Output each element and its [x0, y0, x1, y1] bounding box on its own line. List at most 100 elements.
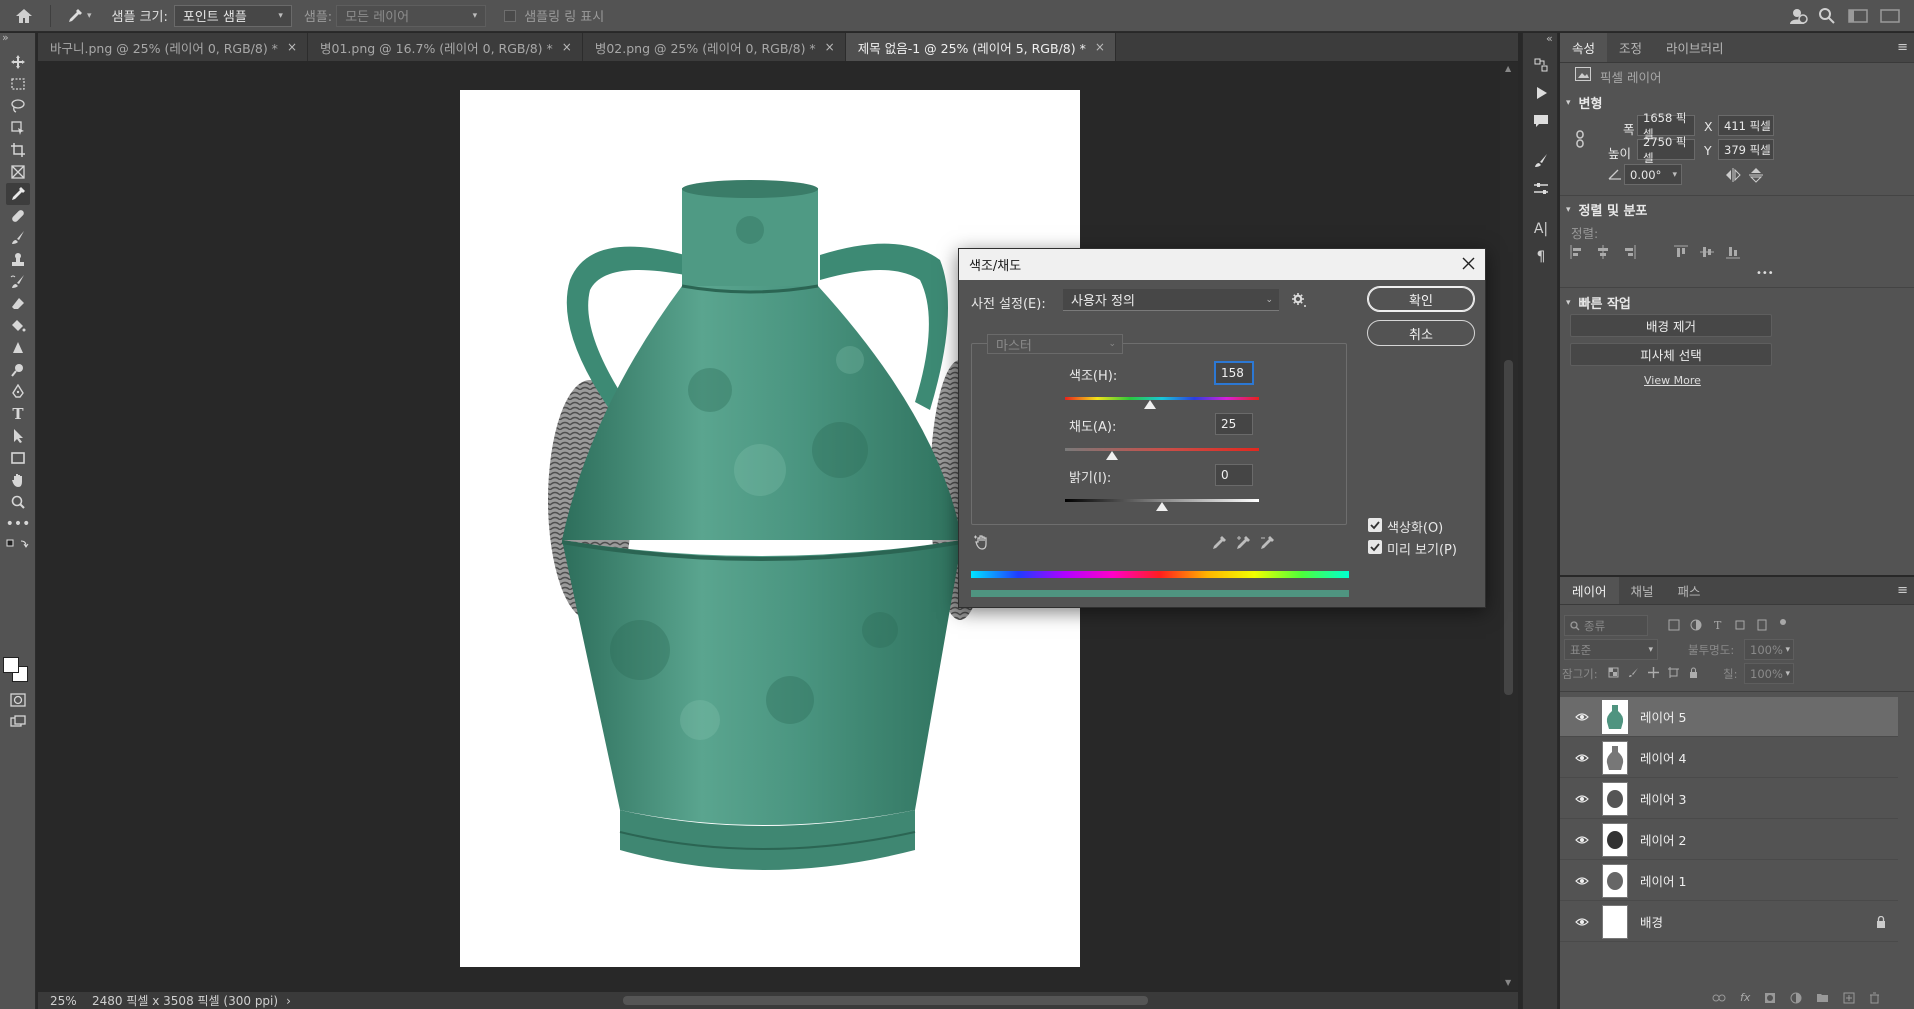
scroll-down-arrow-icon[interactable]: ▼	[1505, 978, 1511, 987]
visibility-eye-icon[interactable]	[1572, 835, 1592, 845]
opacity-field[interactable]: 100% ▾	[1744, 639, 1794, 660]
eyedropper-minus-icon[interactable]	[1259, 535, 1277, 551]
tab-bottle01[interactable]: 병01.png @ 16.7% (레이어 0, RGB/8) * ×	[308, 33, 583, 61]
flip-horizontal-icon[interactable]	[1725, 168, 1741, 182]
x-field[interactable]: 411 픽셀	[1718, 115, 1774, 136]
hue-slider-knob[interactable]	[1144, 400, 1156, 409]
status-arrow-icon[interactable]: ›	[286, 994, 291, 1008]
close-icon[interactable]: ×	[562, 40, 572, 54]
tab-properties[interactable]: 속성	[1560, 33, 1608, 62]
tab-libraries[interactable]: 라이브러리	[1654, 33, 1736, 62]
path-select-tool-icon[interactable]	[6, 425, 30, 447]
search-icon[interactable]	[1818, 7, 1836, 25]
more-tools-icon[interactable]: •••	[6, 513, 31, 535]
zoom-tool-icon[interactable]	[6, 491, 30, 513]
add-mask-icon[interactable]	[1764, 992, 1776, 1004]
visibility-eye-icon[interactable]	[1572, 753, 1592, 763]
preset-options-gear-icon[interactable]	[1291, 292, 1307, 308]
flip-vertical-icon[interactable]	[1749, 167, 1763, 183]
paragraph-icon[interactable]: ¶	[1531, 247, 1551, 267]
height-field[interactable]: 2750 픽셀	[1637, 135, 1695, 165]
close-icon[interactable]: ×	[1095, 40, 1105, 54]
filter-smart-object-icon[interactable]	[1756, 619, 1768, 631]
workspace-icon[interactable]	[1848, 8, 1868, 24]
history-brush-tool-icon[interactable]	[6, 271, 30, 293]
quick-actions-section-header[interactable]: ▾ 빠른 작업	[1566, 293, 1631, 312]
collapse-tools-icon[interactable]: »	[2, 31, 9, 44]
eyedropper-tool-icon[interactable]	[6, 183, 30, 205]
filter-type-icon[interactable]: T	[1712, 619, 1724, 631]
close-icon[interactable]	[1462, 257, 1475, 270]
eyedropper-icon[interactable]	[1211, 535, 1227, 551]
align-bottom-icon[interactable]	[1726, 245, 1740, 259]
zoom-level[interactable]: 25%	[50, 994, 88, 1008]
tab-channels[interactable]: 채널	[1619, 577, 1666, 604]
select-subject-button[interactable]: 피사체 선택	[1570, 343, 1772, 366]
filter-shape-icon[interactable]	[1734, 619, 1746, 631]
tab-paths[interactable]: 패스	[1666, 577, 1713, 604]
targeted-adjustment-hand-icon[interactable]	[973, 533, 991, 551]
close-icon[interactable]: ×	[287, 40, 297, 54]
align-left-icon[interactable]	[1570, 245, 1584, 259]
delete-layer-icon[interactable]	[1869, 992, 1880, 1004]
sample-size-select[interactable]: 포인트 샘플 ▾	[173, 4, 292, 27]
lightness-slider-knob[interactable]	[1156, 502, 1168, 511]
layer-row[interactable]: 배경	[1560, 902, 1898, 942]
object-select-tool-icon[interactable]	[6, 117, 30, 139]
preview-checkbox[interactable]	[1368, 540, 1382, 554]
marquee-tool-icon[interactable]	[6, 73, 30, 95]
tab-untitled-1[interactable]: 제목 없음-1 @ 25% (레이어 5, RGB/8) * ×	[845, 33, 1116, 61]
y-field[interactable]: 379 픽셀	[1718, 139, 1774, 160]
paint-bucket-tool-icon[interactable]	[6, 315, 30, 337]
share-user-icon[interactable]	[1788, 7, 1808, 25]
tab-bottle02[interactable]: 병02.png @ 25% (레이어 0, RGB/8) * ×	[583, 33, 846, 61]
foreground-color-swatch[interactable]	[3, 657, 19, 673]
brush-settings-icon[interactable]	[1531, 151, 1551, 171]
adjustment-layer-icon[interactable]	[1790, 992, 1802, 1004]
dodge-tool-icon[interactable]	[6, 359, 30, 381]
eyedropper-preset-icon[interactable]: ▾	[67, 8, 92, 24]
fill-field[interactable]: 100% ▾	[1744, 663, 1794, 684]
layer-row[interactable]: 레이어 4	[1560, 738, 1898, 778]
character-icon[interactable]: A|	[1531, 219, 1551, 239]
scroll-up-arrow-icon[interactable]: ▲	[1505, 64, 1511, 73]
cancel-button[interactable]: 취소	[1367, 320, 1475, 346]
filter-pixel-icon[interactable]	[1668, 619, 1680, 631]
fx-icon[interactable]: fx	[1740, 991, 1750, 1004]
actions-play-icon[interactable]	[1531, 83, 1551, 103]
vertical-scroll-thumb[interactable]	[1504, 360, 1513, 695]
horizontal-scroll-thumb[interactable]	[623, 996, 1148, 1005]
blur-tool-icon[interactable]	[6, 337, 30, 359]
view-more-link[interactable]: View More	[1644, 374, 1701, 387]
lasso-tool-icon[interactable]	[6, 95, 30, 117]
hue-slider-track[interactable]	[1065, 397, 1259, 400]
eraser-tool-icon[interactable]	[6, 293, 30, 315]
angle-field[interactable]: 0.00° ▾	[1624, 164, 1682, 185]
layer-row[interactable]: 레이어 3	[1560, 779, 1898, 819]
lock-transparent-icon[interactable]	[1608, 667, 1619, 678]
preset-select[interactable]: 사용자 정의 ⌄	[1063, 289, 1279, 311]
tab-adjustments[interactable]: 조정	[1607, 33, 1654, 62]
close-icon[interactable]: ×	[825, 40, 835, 54]
saturation-slider-track[interactable]	[1065, 448, 1259, 451]
tab-basket[interactable]: 바구니.png @ 25% (레이어 0, RGB/8) * ×	[38, 33, 308, 61]
screen-mode-icon[interactable]	[6, 711, 30, 733]
ok-button[interactable]: 확인	[1367, 286, 1475, 312]
swap-colors-icon[interactable]	[6, 537, 30, 553]
show-ring-checkbox[interactable]	[504, 9, 517, 22]
pen-tool-icon[interactable]	[6, 381, 30, 403]
align-hcenter-icon[interactable]	[1596, 245, 1610, 259]
lock-icon[interactable]	[1876, 915, 1886, 928]
saturation-input[interactable]: 25	[1215, 413, 1253, 435]
lightness-input[interactable]: 0	[1215, 464, 1253, 486]
visibility-eye-icon[interactable]	[1572, 917, 1592, 927]
adjustments-sliders-icon[interactable]	[1531, 179, 1551, 199]
workspace-chevron-icon[interactable]	[1880, 8, 1900, 24]
type-tool-icon[interactable]: T	[6, 403, 30, 425]
blend-mode-select[interactable]: 표준 ▾	[1564, 639, 1658, 660]
comments-icon[interactable]	[1531, 111, 1551, 131]
colorize-checkbox[interactable]	[1368, 518, 1382, 532]
align-section-header[interactable]: ▾ 정렬 및 분포	[1566, 200, 1647, 219]
collapse-panels-icon[interactable]: «	[1546, 32, 1553, 45]
align-top-icon[interactable]	[1674, 245, 1688, 259]
